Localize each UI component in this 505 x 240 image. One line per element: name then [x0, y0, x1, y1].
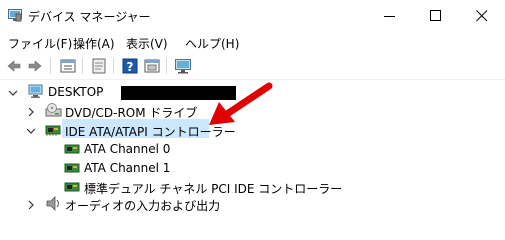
tree-root-label[interactable]: DESKTOP [48, 85, 103, 99]
toolbar-separator [166, 58, 167, 74]
menu-view[interactable]: 表示(V) [126, 35, 168, 52]
chevron-right-icon[interactable] [26, 107, 36, 117]
tree-item-audio-io[interactable]: オーディオの入力および出力 [65, 197, 220, 214]
ide-controller-icon [45, 125, 61, 136]
annotation-arrow-icon [209, 82, 273, 125]
toolbar-separator [82, 58, 83, 74]
chevron-down-icon[interactable] [26, 126, 36, 136]
ide-controller-icon [64, 182, 80, 192]
toolbar-separator [113, 58, 114, 74]
menu-file[interactable]: ファイル(F) [8, 35, 72, 52]
back-arrow-icon[interactable] [5, 57, 23, 75]
device-manager-app-icon [8, 9, 22, 22]
close-icon [476, 10, 488, 22]
update-driver-icon[interactable] [90, 57, 108, 75]
toolbar-separator [50, 58, 51, 74]
speaker-icon [46, 196, 59, 211]
menu-action[interactable]: 操作(A) [73, 35, 115, 52]
chevron-right-icon[interactable] [26, 200, 36, 210]
show-hidden-icon[interactable] [143, 57, 161, 75]
ide-channel-icon [64, 163, 80, 173]
ide-channel-icon [64, 144, 80, 154]
svg-text:?: ? [127, 60, 134, 74]
dvd-drive-icon [45, 103, 62, 117]
help-icon[interactable]: ? [121, 57, 139, 75]
maximize-icon [430, 10, 441, 21]
maximize-button[interactable] [413, 0, 459, 32]
properties-icon[interactable] [59, 57, 77, 75]
menu-help[interactable]: ヘルプ(H) [185, 35, 239, 52]
window-title: デバイス マネージャー [28, 10, 151, 24]
forward-arrow-icon[interactable] [26, 57, 44, 75]
tree-item-standard-dual-channel-pci-ide[interactable]: 標準デュアル チャネル PCI IDE コントローラー [84, 180, 342, 197]
tree-item-ata-channel-0[interactable]: ATA Channel 0 [84, 142, 170, 156]
chevron-down-icon[interactable] [8, 88, 18, 98]
close-button[interactable] [459, 0, 505, 32]
computer-icon [28, 84, 43, 98]
minimize-button[interactable] [367, 0, 413, 32]
tree-item-ata-channel-1[interactable]: ATA Channel 1 [84, 161, 170, 175]
monitor-scan-icon[interactable] [174, 57, 192, 75]
minimize-icon [384, 16, 395, 17]
